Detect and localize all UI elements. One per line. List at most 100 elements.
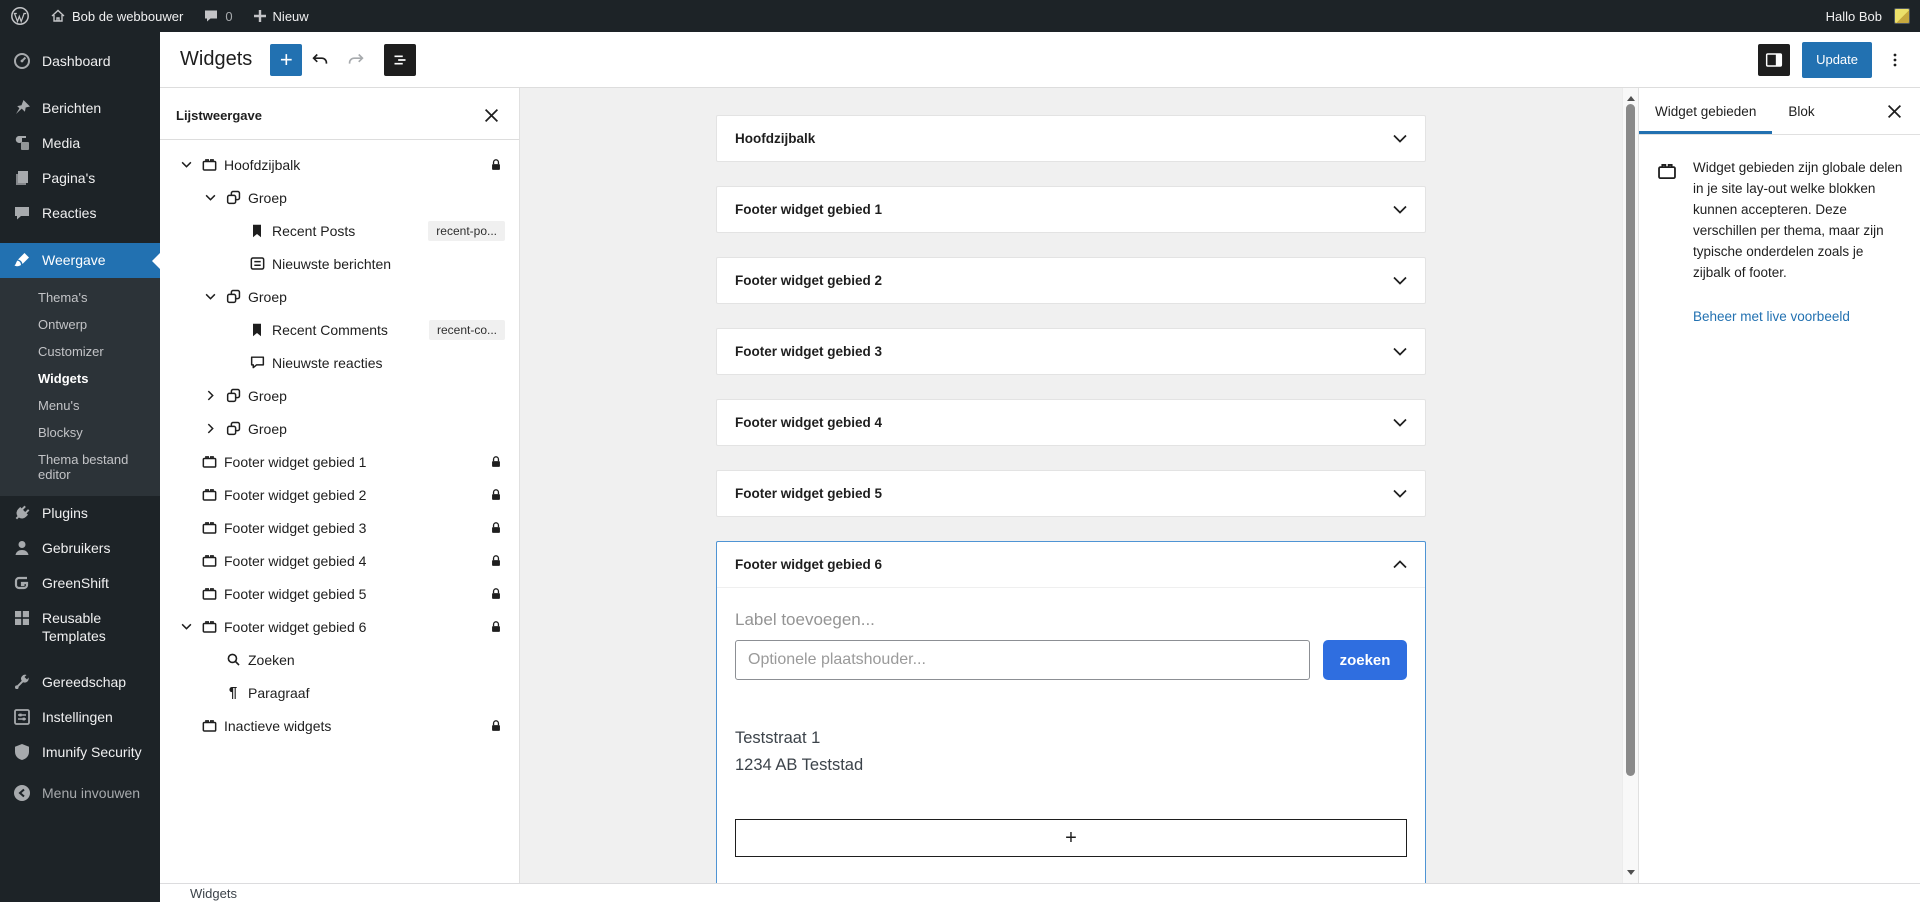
redo-button[interactable] (338, 42, 374, 78)
plus-icon (253, 9, 267, 23)
widget-area-toggle[interactable]: Footer widget gebied 1 (717, 187, 1425, 232)
tree-row-footer-widget-gebied-4[interactable]: Footer widget gebied 4 (174, 544, 505, 577)
tree-row-paragraaf[interactable]: ¶ Paragraaf (174, 676, 505, 709)
widget-area-toggle[interactable]: Footer widget gebied 2 (717, 258, 1425, 303)
chevron-down-icon[interactable] (176, 623, 196, 630)
chevron-right-icon[interactable] (200, 390, 220, 401)
tree-label: Footer widget gebied 5 (224, 586, 366, 602)
tree-label: Nieuwste berichten (272, 256, 391, 272)
widget-area-toggle[interactable]: Footer widget gebied 5 (717, 471, 1425, 516)
menu-item-plugins[interactable]: Plugins (0, 496, 160, 531)
widget-area-icon (196, 615, 222, 639)
grid-icon (12, 608, 32, 628)
tree-row-groep-4[interactable]: Groep (174, 412, 505, 445)
chevron-down-icon (1393, 276, 1407, 285)
submenu-item-thema-bestand-editor[interactable]: Thema bestand editor (0, 446, 160, 488)
scroll-down-button[interactable] (1623, 865, 1639, 881)
close-sidebar-button[interactable] (1882, 99, 1906, 123)
tree-row-footer-widget-gebied-6[interactable]: Footer widget gebied 6 (174, 610, 505, 643)
widget-area-toggle[interactable]: Hoofdzijbalk (717, 116, 1425, 161)
tree-row-zoeken[interactable]: Zoeken (174, 643, 505, 676)
chevron-down-icon[interactable] (200, 194, 220, 201)
chevron-down-icon[interactable] (176, 161, 196, 168)
menu-item-imunify-security[interactable]: Imunify Security (0, 735, 160, 770)
submenu-item-themas[interactable]: Thema's (0, 284, 160, 311)
tree-row-footer-widget-gebied-3[interactable]: Footer widget gebied 3 (174, 511, 505, 544)
submenu-item-customizer[interactable]: Customizer (0, 338, 160, 365)
block-appender-button[interactable]: + (735, 819, 1407, 857)
menu-item-tools[interactable]: Gereedschap (0, 665, 160, 700)
scrollbar-thumb[interactable] (1626, 104, 1635, 776)
manage-with-live-preview-link[interactable]: Beheer met live voorbeeld (1693, 309, 1920, 324)
chevron-right-icon[interactable] (200, 423, 220, 434)
chevron-down-icon[interactable] (200, 293, 220, 300)
block-inserter-button[interactable]: + (270, 44, 302, 76)
tree-row-footer-widget-gebied-1[interactable]: Footer widget gebied 1 (174, 445, 505, 478)
tree-label: Footer widget gebied 1 (224, 454, 366, 470)
submenu-item-menus[interactable]: Menu's (0, 392, 160, 419)
search-label-placeholder[interactable]: Label toevoegen... (735, 610, 1407, 630)
tab-widget-gebieden[interactable]: Widget gebieden (1639, 88, 1772, 134)
tree-row-recent-comments[interactable]: Recent Comments recent-co... (174, 313, 505, 346)
menu-item-comments[interactable]: Reacties (0, 196, 160, 231)
wp-logo-menu[interactable] (0, 0, 40, 32)
comments-menu[interactable]: 0 (193, 0, 242, 32)
submenu-item-ontwerp[interactable]: Ontwerp (0, 311, 160, 338)
list-view-toggle-button[interactable] (384, 44, 416, 76)
my-account-menu[interactable]: Hallo Bob (1816, 0, 1920, 32)
tree-row-groep-1[interactable]: Groep (174, 181, 505, 214)
options-menu-button[interactable] (1884, 42, 1906, 78)
lock-icon (487, 618, 505, 636)
triangle-up-icon (1627, 92, 1635, 101)
widget-id-badge: recent-po... (428, 221, 505, 241)
menu-item-greenshift[interactable]: GreenShift (0, 566, 160, 601)
widget-area-icon (196, 516, 222, 540)
settings-sidebar-toggle-button[interactable] (1758, 44, 1790, 76)
menu-item-users[interactable]: Gebruikers (0, 531, 160, 566)
close-list-view-button[interactable] (479, 103, 503, 127)
menu-item-reusable-templates[interactable]: Reusable Templates (0, 601, 160, 653)
collapse-arrow-icon (12, 783, 32, 803)
menu-collapse-button[interactable]: Menu invouwen (0, 776, 160, 811)
tree-row-nieuwste-berichten[interactable]: Nieuwste berichten (174, 247, 505, 280)
submenu-item-widgets[interactable]: Widgets (0, 365, 160, 392)
tree-row-groep-2[interactable]: Groep (174, 280, 505, 313)
update-button[interactable]: Update (1802, 42, 1872, 78)
tree-row-inactieve-widgets[interactable]: Inactieve widgets (174, 709, 505, 742)
paragraph-block[interactable]: Teststraat 1 1234 AB Teststad (735, 725, 1407, 779)
widget-area-toggle[interactable]: Footer widget gebied 4 (717, 400, 1425, 445)
appearance-submenu: Thema's Ontwerp Customizer Widgets Menu'… (0, 278, 160, 496)
menu-item-settings[interactable]: Instellingen (0, 700, 160, 735)
block-tree: Hoofdzijbalk Groep Recent Posts recent-p… (160, 140, 519, 750)
menu-label: Berichten (42, 99, 101, 117)
undo-icon (309, 49, 331, 71)
breadcrumb[interactable]: Widgets (190, 886, 237, 901)
menu-item-posts[interactable]: Berichten (0, 91, 160, 126)
tab-blok[interactable]: Blok (1772, 88, 1830, 134)
widget-area-footer-6: Footer widget gebied 6 Label toevoegen..… (716, 541, 1426, 883)
tree-row-nieuwste-reacties[interactable]: Nieuwste reacties (174, 346, 505, 379)
tree-row-footer-widget-gebied-5[interactable]: Footer widget gebied 5 (174, 577, 505, 610)
site-name-menu[interactable]: Bob de webbouwer (40, 0, 193, 32)
widget-area-icon (196, 450, 222, 474)
new-content-menu[interactable]: Nieuw (243, 0, 319, 32)
menu-item-pages[interactable]: Pagina's (0, 161, 160, 196)
lock-icon (487, 486, 505, 504)
widget-area-toggle[interactable]: Footer widget gebied 3 (717, 329, 1425, 374)
menu-label: Gereedschap (42, 673, 126, 691)
tree-row-groep-3[interactable]: Groep (174, 379, 505, 412)
menu-item-appearance[interactable]: Weergave (0, 243, 160, 278)
widget-area-icon (196, 483, 222, 507)
search-submit-button[interactable]: zoeken (1323, 640, 1407, 680)
menu-item-media[interactable]: Media (0, 126, 160, 161)
search-placeholder-input[interactable] (735, 640, 1310, 680)
tree-row-hoofdzijbalk[interactable]: Hoofdzijbalk (174, 148, 505, 181)
canvas-scrollbar[interactable] (1622, 88, 1638, 883)
submenu-item-blocksy[interactable]: Blocksy (0, 419, 160, 446)
undo-button[interactable] (302, 42, 338, 78)
tree-row-recent-posts[interactable]: Recent Posts recent-po... (174, 214, 505, 247)
widget-area-toggle[interactable]: Footer widget gebied 6 (717, 542, 1425, 588)
menu-item-dashboard[interactable]: Dashboard (0, 44, 160, 79)
tree-row-footer-widget-gebied-2[interactable]: Footer widget gebied 2 (174, 478, 505, 511)
chevron-down-icon (1393, 418, 1407, 427)
